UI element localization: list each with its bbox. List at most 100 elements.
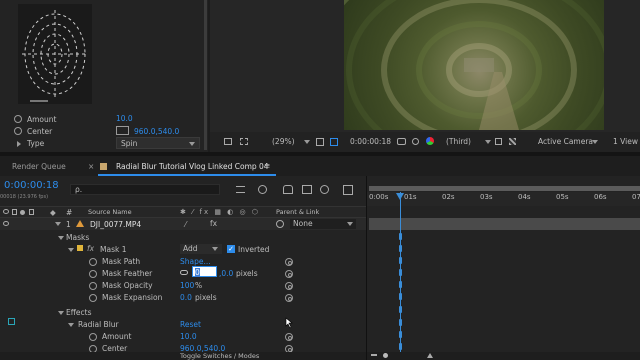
mask-opacity-keyframe[interactable] <box>399 281 402 288</box>
motion-blur-icon[interactable] <box>320 185 329 194</box>
roi-icon[interactable] <box>495 138 502 145</box>
mask-feather-keyframe[interactable] <box>399 269 402 276</box>
draft-3d-icon[interactable] <box>258 185 267 194</box>
type-dropdown[interactable]: Spin <box>116 137 200 149</box>
rb-amount-pickwhip-icon[interactable] <box>285 333 293 341</box>
panel-scrollbar[interactable] <box>204 0 207 150</box>
center-value[interactable]: 960.0,540.0 <box>134 127 179 136</box>
resolution-dropdown[interactable]: (Third) <box>446 137 471 146</box>
mask-expansion-keyframe[interactable] <box>399 293 402 300</box>
work-area-bar[interactable] <box>369 186 640 191</box>
zoom-dropdown[interactable]: (29%) <box>272 137 295 146</box>
rb-amount-stopwatch-icon[interactable] <box>89 333 97 341</box>
rb-center-keyframe[interactable] <box>399 343 402 350</box>
parent-dropdown[interactable]: None <box>290 219 356 229</box>
comp-image[interactable] <box>344 0 604 130</box>
layer-row[interactable]: 1 DJI_0077.MP4 ⁄ fx None <box>0 218 366 230</box>
amount-value[interactable]: 10.0 <box>116 114 133 123</box>
layer-duration-bar[interactable] <box>369 218 640 230</box>
constrain-link-icon[interactable] <box>180 270 188 275</box>
label-tag-icon[interactable]: ◆ <box>50 208 56 217</box>
layer-switch-fx[interactable]: fx <box>210 219 217 228</box>
mask1-keyframe[interactable] <box>399 245 402 252</box>
tab-comp[interactable]: Radial Blur Tutorial Vlog Linked Comp 04 <box>116 162 269 171</box>
rb-amount-value[interactable]: 10.0 <box>180 332 197 341</box>
effects-keyframe[interactable] <box>399 306 402 313</box>
mask-expansion-stopwatch-icon[interactable] <box>89 294 97 302</box>
time-ruler[interactable]: 0:00s 01s 02s 03s 04s 05s 06s 07 <box>367 192 640 206</box>
inverted-checkbox[interactable]: ✓ <box>227 245 235 253</box>
mask-opacity-stopwatch-icon[interactable] <box>89 282 97 290</box>
layer-visibility-icon[interactable] <box>3 221 9 226</box>
mask1-expand-icon[interactable] <box>68 248 74 252</box>
zoom-in-icon[interactable] <box>427 353 433 358</box>
viewer-timecode[interactable]: 0:00:00:18 <box>350 137 391 146</box>
frame-blending-icon[interactable] <box>302 185 312 194</box>
crosshair-icon[interactable] <box>116 126 129 135</box>
effect-toggle-icon[interactable] <box>8 318 15 325</box>
comp-flowchart-icon[interactable] <box>236 186 245 193</box>
mask-feather-input[interactable]: 0 <box>192 266 217 277</box>
close-icon[interactable]: × <box>88 162 94 171</box>
mask-path-pickwhip-icon[interactable] <box>285 258 293 266</box>
mask-feather-pickwhip-icon[interactable] <box>285 270 293 278</box>
layer-search-input[interactable]: ρ. <box>70 184 220 195</box>
tab-render-queue[interactable]: Render Queue <box>12 162 66 171</box>
snapshot-icon[interactable] <box>397 138 406 145</box>
parent-chevron-icon <box>347 222 353 226</box>
effects-expand-icon[interactable] <box>58 311 64 315</box>
region-icon[interactable] <box>224 138 232 145</box>
tab-menu-icon[interactable]: ≡ <box>264 161 270 170</box>
show-snapshot-icon[interactable] <box>412 138 419 145</box>
mask-expansion-value[interactable]: 0.0 <box>180 293 192 302</box>
rb-amount-keyframe[interactable] <box>399 331 402 338</box>
mask-path-stopwatch-icon[interactable] <box>89 258 97 266</box>
pixel-aspect-icon[interactable] <box>330 138 338 146</box>
mask-expansion-unit: pixels <box>195 293 217 302</box>
zoom-out-icon[interactable] <box>371 354 377 356</box>
solo-icon[interactable] <box>20 210 25 215</box>
zoom-slider-thumb[interactable] <box>383 353 388 358</box>
masks-expand-icon[interactable] <box>58 236 64 240</box>
mask1-color-swatch[interactable] <box>77 245 83 251</box>
audio-icon[interactable] <box>12 209 17 215</box>
type-expand-icon[interactable] <box>17 141 21 147</box>
layer-name[interactable]: DJI_0077.MP4 <box>90 220 141 229</box>
mask-mode-dropdown[interactable]: Add <box>180 244 222 254</box>
lock-icon[interactable] <box>29 209 34 215</box>
source-name-header[interactable]: Source Name <box>88 208 132 216</box>
radial-blur-name[interactable]: Radial Blur <box>78 320 119 329</box>
fit-icon[interactable] <box>316 138 324 146</box>
mask-path-keyframe[interactable] <box>399 233 402 240</box>
mask-opacity-value[interactable]: 100 <box>180 281 194 290</box>
comp-label-color <box>100 163 107 170</box>
mask-path-row-keyframe[interactable] <box>399 257 402 264</box>
center-stopwatch-icon[interactable] <box>14 127 22 135</box>
mask-feather-stopwatch-icon[interactable] <box>89 270 97 278</box>
mask-opacity-pickwhip-icon[interactable] <box>285 282 293 290</box>
parent-pickwhip-icon[interactable] <box>276 220 284 228</box>
playhead-handle[interactable] <box>396 193 404 200</box>
amount-stopwatch-icon[interactable] <box>14 115 22 123</box>
current-time-display[interactable]: 0:00:00:18 <box>4 180 59 191</box>
mask-expansion-pickwhip-icon[interactable] <box>285 294 293 302</box>
mask-feather-y-value[interactable]: ,0.0 <box>219 269 233 278</box>
eye-icon[interactable] <box>3 209 9 214</box>
radial-blur-keyframe[interactable] <box>399 319 402 326</box>
grid-icon[interactable] <box>240 138 248 145</box>
toggle-switches-modes[interactable]: Toggle Switches / Modes <box>180 352 259 360</box>
ruler-tick-5: 05s <box>556 193 569 201</box>
layer-switch-shy[interactable]: ⁄ <box>185 220 186 229</box>
graph-editor-icon[interactable] <box>343 185 353 195</box>
mask-path-value[interactable]: Shape... <box>180 257 211 266</box>
mask-opacity-label: Mask Opacity <box>102 281 153 290</box>
color-channels-icon[interactable] <box>426 137 434 145</box>
shy-layers-icon[interactable] <box>283 185 293 194</box>
transparency-grid-icon[interactable] <box>509 138 516 145</box>
views-dropdown[interactable]: 1 View <box>613 137 638 146</box>
radial-blur-expand-icon[interactable] <box>68 323 74 327</box>
mask1-name[interactable]: Mask 1 <box>100 245 126 254</box>
camera-dropdown[interactable]: Active Camera <box>538 137 593 146</box>
radial-blur-reset[interactable]: Reset <box>180 320 201 329</box>
layer-expand-icon[interactable] <box>55 222 61 226</box>
